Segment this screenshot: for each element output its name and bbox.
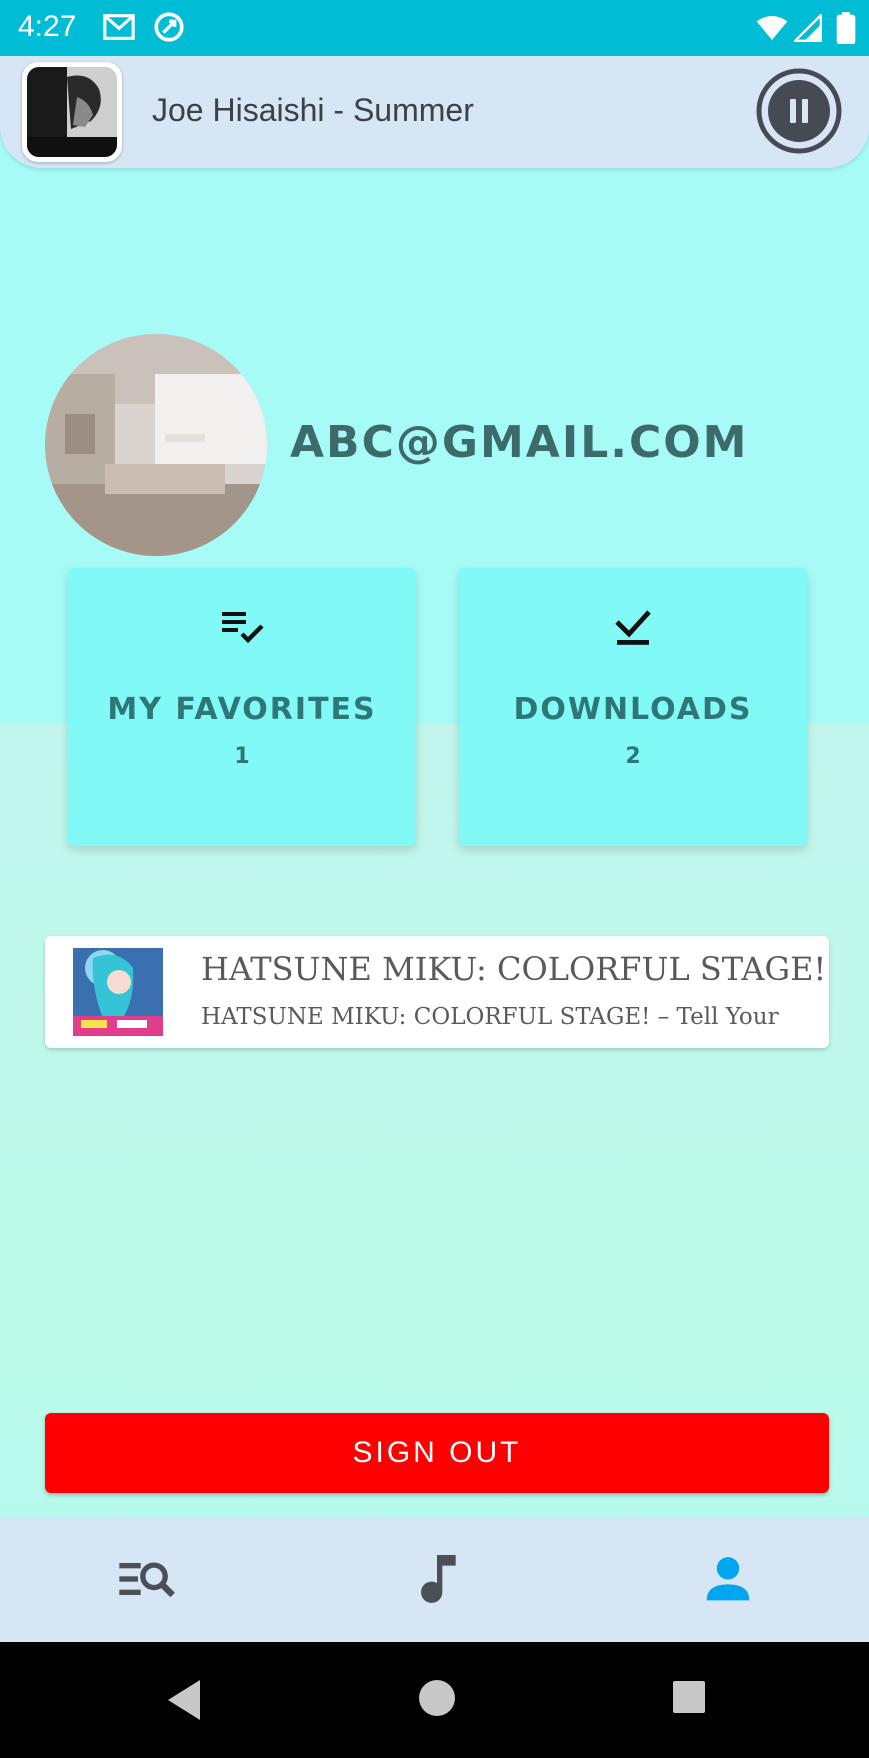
status-bar: 4:27 [0, 0, 869, 56]
status-time: 4:27 [18, 10, 77, 43]
list-item[interactable]: HATSUNE MIKU: COLORFUL STAGE! HATSUNE MI… [45, 936, 829, 1048]
downloads-label: DOWNLOADS [513, 692, 753, 727]
song-title: HATSUNE MIKU: COLORFUL STAGE! [201, 950, 827, 988]
downloads-card[interactable]: DOWNLOADS 2 [459, 568, 807, 846]
download-done-icon [615, 610, 651, 645]
bottom-navigation [0, 1517, 869, 1642]
signal-icon [794, 14, 822, 42]
favorites-card[interactable]: MY FAVORITES 1 [68, 568, 416, 846]
person-icon[interactable] [696, 1547, 760, 1611]
home-icon[interactable] [417, 1678, 457, 1718]
pianist-image [27, 67, 117, 157]
avatar-room-image [45, 334, 267, 556]
search-list-icon[interactable] [114, 1547, 178, 1611]
system-navigation-bar [0, 1642, 869, 1758]
profile-screen: Joe Hisaishi - Summer ABC@GMAIL.COM MY F… [0, 56, 869, 1642]
pause-icon[interactable] [756, 68, 842, 154]
wifi-icon [756, 16, 788, 40]
avatar[interactable] [45, 334, 267, 556]
playlist-check-icon [222, 612, 264, 644]
now-playing-title: Joe Hisaishi - Summer [152, 92, 474, 128]
battery-icon [836, 12, 856, 44]
favorites-count: 1 [234, 744, 250, 769]
sync-icon [154, 12, 184, 42]
now-playing-bar[interactable]: Joe Hisaishi - Summer [0, 56, 869, 168]
sign-out-button[interactable]: SIGN OUT [45, 1413, 829, 1493]
favorites-label: MY FAVORITES [107, 692, 377, 727]
now-playing-cover [22, 62, 122, 162]
song-cover-image [73, 948, 163, 1036]
song-thumbnail [73, 948, 163, 1036]
song-subtitle: HATSUNE MIKU: COLORFUL STAGE! – Tell You… [201, 1004, 779, 1030]
music-note-icon[interactable] [405, 1547, 469, 1611]
recents-icon[interactable] [671, 1679, 707, 1715]
downloads-count: 2 [625, 744, 641, 769]
gmail-icon [103, 14, 135, 40]
back-icon[interactable] [164, 1678, 204, 1722]
profile-email: ABC@GMAIL.COM [290, 417, 749, 468]
